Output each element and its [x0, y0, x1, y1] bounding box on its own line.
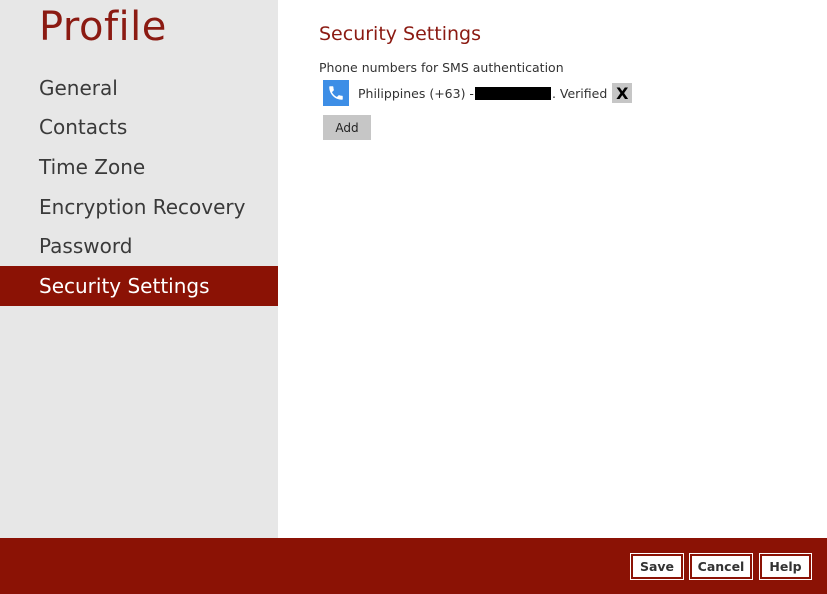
phone-number-row: Philippines (+63) - . Verified X: [323, 80, 633, 106]
page-title: Security Settings: [319, 23, 481, 45]
save-button[interactable]: Save: [630, 553, 684, 580]
help-button[interactable]: Help: [759, 553, 812, 580]
cancel-button[interactable]: Cancel: [689, 553, 753, 580]
footer-bar: Save Cancel Help: [0, 538, 827, 594]
phone-country-code: Philippines (+63) -: [358, 85, 474, 101]
sidebar-item-security-settings[interactable]: Security Settings: [0, 265, 278, 306]
sidebar-item-time-zone[interactable]: Time Zone: [0, 147, 278, 187]
sidebar-item-encryption-recovery[interactable]: Encryption Recovery: [0, 187, 278, 227]
sidebar: Profile General Contacts Time Zone Encry…: [0, 0, 278, 538]
sidebar-item-password[interactable]: Password: [0, 226, 278, 266]
sidebar-title: Profile: [39, 4, 167, 50]
profile-window: Profile General Contacts Time Zone Encry…: [0, 0, 827, 594]
add-phone-button[interactable]: Add: [323, 115, 371, 140]
phone-number-text: Philippines (+63) - . Verified: [358, 86, 607, 101]
phone-icon: [323, 80, 349, 106]
verified-status: . Verified: [551, 85, 608, 101]
remove-phone-button[interactable]: X: [612, 83, 633, 103]
sidebar-item-contacts[interactable]: Contacts: [0, 108, 278, 148]
sidebar-nav: General Contacts Time Zone Encryption Re…: [0, 68, 278, 306]
main-panel: Security Settings Phone numbers for SMS …: [278, 0, 827, 538]
redacted-phone-number: [474, 86, 551, 100]
sidebar-item-general[interactable]: General: [0, 68, 278, 108]
sms-section-label: Phone numbers for SMS authentication: [319, 60, 564, 75]
